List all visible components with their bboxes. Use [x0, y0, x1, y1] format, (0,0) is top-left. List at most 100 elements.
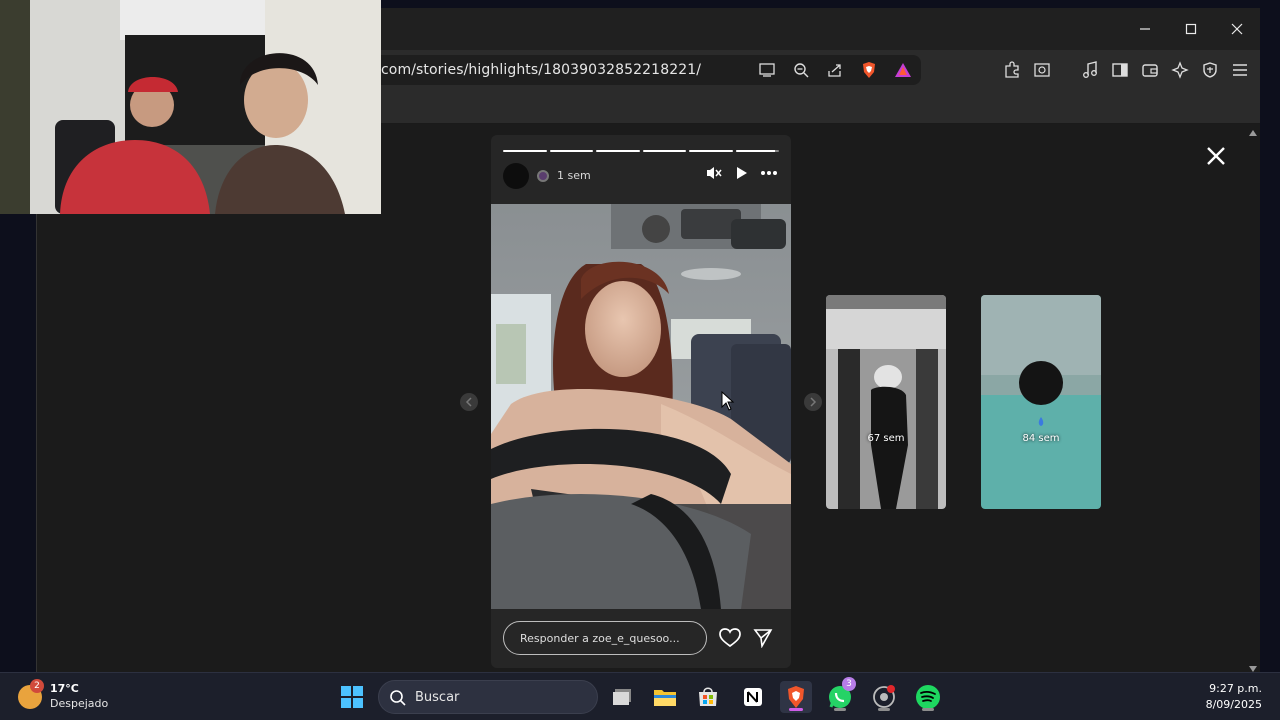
- brave-browser-button[interactable]: [780, 681, 812, 713]
- search-label: Buscar: [415, 690, 460, 705]
- weather-badge: 2: [30, 679, 44, 693]
- progress-segment: [503, 150, 547, 152]
- clock-date: 8/09/2025: [1205, 698, 1262, 711]
- active-indicator: [789, 708, 803, 711]
- like-button[interactable]: [719, 628, 741, 648]
- scroll-up-arrow[interactable]: [1249, 130, 1257, 136]
- running-indicator: [878, 708, 890, 711]
- progress-fill: [689, 150, 733, 152]
- play-button[interactable]: [733, 165, 749, 185]
- notion-icon: [744, 688, 762, 706]
- taskbar: 2 17°C Despejado Buscar 3 9:27 p.m. 8/09…: [0, 672, 1280, 720]
- whatsapp-button[interactable]: 3: [824, 677, 856, 713]
- wallet-icon[interactable]: [1138, 59, 1162, 81]
- url-text[interactable]: com/stories/highlights/18039032852218221…: [381, 62, 701, 78]
- store-button[interactable]: [692, 681, 724, 713]
- maximize-button[interactable]: [1168, 8, 1214, 50]
- progress-segment: [642, 150, 686, 152]
- story-timestamp: 1 sem: [557, 169, 591, 182]
- mute-button[interactable]: [705, 165, 723, 185]
- folder-icon: [654, 690, 676, 706]
- extensions-icon[interactable]: [1000, 59, 1024, 81]
- file-explorer-button[interactable]: [649, 681, 681, 713]
- cast-icon[interactable]: [755, 59, 779, 81]
- brave-icon: [788, 686, 804, 708]
- more-options-button[interactable]: [759, 165, 779, 185]
- app-icon: [873, 685, 895, 708]
- weather-description: Despejado: [50, 697, 109, 710]
- brave-shields-icon[interactable]: [857, 59, 881, 81]
- music-icon[interactable]: [1078, 59, 1102, 81]
- separator: [1060, 59, 1072, 81]
- leo-ai-icon[interactable]: [1168, 59, 1192, 81]
- next-story-button[interactable]: [804, 393, 822, 411]
- windows-icon: [341, 686, 363, 708]
- progress-fill: [596, 150, 640, 152]
- send-icon: [753, 629, 773, 649]
- spotify-icon: [916, 685, 940, 709]
- store-icon: [699, 687, 717, 706]
- close-window-button[interactable]: [1214, 8, 1260, 50]
- story-viewer[interactable]: 1 sem: [491, 135, 791, 668]
- progress-segment: [689, 150, 733, 152]
- maximize-icon: [1185, 23, 1197, 35]
- close-story-button[interactable]: [1202, 142, 1230, 170]
- highlight-thumbnail-2[interactable]: 84 sem: [981, 295, 1101, 509]
- progress-fill: [735, 150, 775, 152]
- story-photo[interactable]: [491, 204, 791, 609]
- minimize-icon: [1140, 28, 1150, 30]
- task-view-button[interactable]: [606, 681, 638, 713]
- app-button[interactable]: [868, 681, 900, 713]
- address-bar-actions: [755, 59, 915, 81]
- close-icon: [1207, 147, 1225, 165]
- progress-fill: [549, 150, 593, 152]
- running-indicator: [922, 708, 934, 711]
- cursor-icon: [721, 391, 735, 411]
- webcam-overlay: [0, 0, 381, 214]
- window-controls: [1122, 8, 1260, 50]
- minimize-button[interactable]: [1122, 8, 1168, 50]
- story-progress-bar: [503, 150, 779, 152]
- story-image: [491, 204, 791, 609]
- notion-button[interactable]: [737, 681, 769, 713]
- reply-input[interactable]: [503, 621, 707, 655]
- menu-icon[interactable]: [1228, 59, 1252, 81]
- play-icon: [737, 167, 747, 179]
- avatar[interactable]: [503, 163, 529, 189]
- progress-segment: [549, 150, 593, 152]
- progress-fill: [503, 150, 547, 152]
- vpn-icon[interactable]: [1198, 59, 1222, 81]
- share-icon[interactable]: [823, 59, 847, 81]
- zoom-icon[interactable]: [789, 59, 813, 81]
- heart-icon: [719, 628, 741, 648]
- system-clock[interactable]: 9:27 p.m. 8/09/2025: [1206, 681, 1262, 713]
- start-button[interactable]: [340, 685, 364, 709]
- scrollbar[interactable]: [1246, 124, 1260, 672]
- reply-row: [503, 621, 779, 655]
- progress-segment: [735, 150, 779, 152]
- search-icon: [390, 690, 406, 706]
- address-bar[interactable]: com/stories/highlights/18039032852218221…: [337, 55, 921, 85]
- send-button[interactable]: [753, 628, 773, 649]
- previous-story-button[interactable]: [460, 393, 478, 411]
- muted-speaker-icon: [707, 167, 722, 179]
- reader-icon[interactable]: [1030, 59, 1054, 81]
- highlight-thumbnail-1[interactable]: 67 sem: [826, 295, 946, 509]
- sidebar-icon[interactable]: [1108, 59, 1132, 81]
- webcam-image: [0, 0, 381, 214]
- running-indicator: [834, 708, 846, 711]
- clock-time: 9:27 p.m.: [1209, 682, 1262, 695]
- brave-rewards-icon[interactable]: [891, 59, 915, 81]
- whatsapp-badge: 3: [842, 677, 856, 691]
- close-icon: [1231, 23, 1243, 35]
- progress-fill: [642, 150, 686, 152]
- weather-widget[interactable]: 2 17°C Despejado: [18, 679, 138, 715]
- taskbar-search[interactable]: Buscar: [378, 680, 598, 714]
- highlight-image: [981, 295, 1101, 509]
- highlight-label: 84 sem: [1022, 433, 1060, 444]
- highlight-label: 67 sem: [867, 433, 905, 444]
- story-header: 1 sem: [503, 163, 779, 189]
- highlight-icon: [537, 170, 549, 182]
- task-view-icon: [613, 689, 631, 705]
- spotify-button[interactable]: [912, 681, 944, 713]
